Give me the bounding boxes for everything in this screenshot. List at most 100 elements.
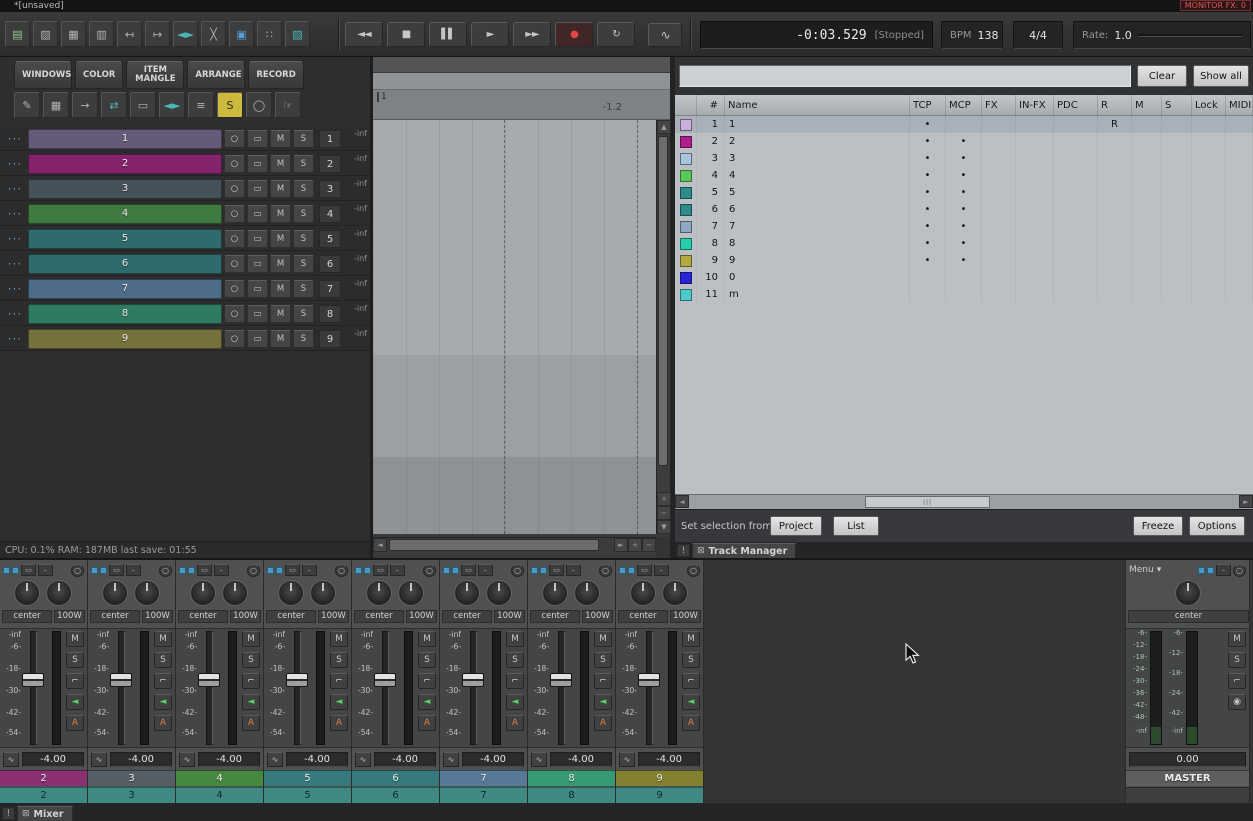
track-row[interactable]: ··· 1 ○ ▭ M S 1 -inf — [0, 127, 370, 151]
render-project-icon[interactable]: ▥ — [89, 21, 114, 47]
mixer-track-name[interactable]: 5 — [264, 770, 351, 786]
track-chip-icon[interactable] — [452, 567, 459, 574]
width-knob[interactable] — [486, 580, 512, 606]
scroll-left-button[interactable]: ◄ — [373, 538, 387, 552]
solo-cell[interactable] — [1162, 286, 1192, 303]
bpm-control[interactable]: BPM 138 — [941, 21, 1003, 49]
column-header-lock[interactable]: Lock — [1192, 95, 1226, 116]
master-pan-readout[interactable]: center — [1128, 610, 1249, 623]
record-button[interactable]: ● — [555, 22, 593, 47]
solo-button[interactable]: S — [293, 180, 314, 198]
mixer-track-number[interactable]: 9 — [616, 787, 703, 803]
repeat-button[interactable]: ↻ — [597, 22, 635, 47]
envelope-button[interactable]: ∿ — [91, 752, 107, 767]
hzoom-in-button[interactable]: + — [628, 538, 642, 552]
envelope-button[interactable]: ∿ — [179, 752, 195, 767]
monitor-button[interactable]: ◄ — [506, 694, 524, 710]
track-row[interactable]: ··· 2 ○ ▭ M S 2 -inf — [0, 152, 370, 176]
route-button[interactable]: ⌐ — [682, 673, 700, 689]
track-row[interactable]: ··· 4 ○ ▭ M S 4 -inf — [0, 202, 370, 226]
snap-icon[interactable]: S — [217, 92, 243, 118]
infx-cell[interactable] — [1016, 133, 1054, 150]
mute-button[interactable]: M — [506, 631, 524, 647]
fx-cell[interactable] — [982, 201, 1016, 218]
envelope-button[interactable]: ∿ — [531, 752, 547, 767]
record-arm-cell[interactable] — [1098, 235, 1132, 252]
mute-cell[interactable] — [1132, 286, 1162, 303]
record-arm-cell[interactable]: R — [1098, 116, 1132, 133]
master-pan-knob[interactable] — [1175, 580, 1201, 606]
track-color-swatch[interactable] — [675, 167, 697, 184]
drag-grip-icon[interactable]: ··· — [2, 284, 28, 294]
fx-cell[interactable] — [982, 150, 1016, 167]
track-chip-icon[interactable] — [443, 567, 450, 574]
phase-button[interactable]: ○ — [159, 564, 172, 577]
input-button[interactable]: ▭ — [247, 180, 268, 198]
track-color-swatch[interactable] — [675, 269, 697, 286]
monitor-button[interactable]: ◄ — [242, 694, 260, 710]
open-project-icon[interactable]: ▨ — [33, 21, 58, 47]
rewind-button[interactable]: ◄◄ — [345, 22, 383, 47]
mcp-visible-cell[interactable] — [946, 269, 982, 286]
edit-pencil-icon[interactable]: ✎ — [14, 92, 40, 118]
mono-button[interactable]: ◉ — [1228, 694, 1246, 710]
row-name-cell[interactable]: 6 — [725, 201, 910, 218]
pan-knob[interactable] — [542, 580, 568, 606]
master-label[interactable]: MASTER — [1126, 770, 1249, 786]
volume-readout[interactable]: -4.00 — [286, 752, 348, 767]
docker-alert-icon[interactable]: ! — [677, 544, 690, 557]
track-chip-icon[interactable] — [531, 567, 538, 574]
input-button[interactable]: ▭ — [247, 305, 268, 323]
record-arm-button[interactable]: ○ — [224, 305, 245, 323]
fx-slot-button[interactable]: ▭ — [461, 564, 476, 576]
volume-fader-track[interactable] — [30, 631, 37, 745]
mcp-visible-cell[interactable]: • — [946, 184, 982, 201]
volume-readout[interactable]: -4.00 — [462, 752, 524, 767]
mute-button[interactable]: M — [66, 631, 84, 647]
tab-color[interactable]: COLOR — [75, 61, 123, 89]
time-signature-value[interactable]: 4/4 — [1029, 29, 1047, 42]
mute-button[interactable]: M — [270, 230, 291, 248]
stop-button[interactable]: ■ — [387, 22, 425, 47]
mute-button[interactable]: M — [682, 631, 700, 647]
project-button[interactable]: Project — [770, 516, 822, 536]
infx-cell[interactable] — [1016, 218, 1054, 235]
width-readout[interactable]: 100W — [582, 610, 613, 623]
row-name-cell[interactable]: 7 — [725, 218, 910, 235]
monitor-button[interactable]: ◄ — [330, 694, 348, 710]
mute-cell[interactable] — [1132, 201, 1162, 218]
mcp-visible-cell[interactable]: • — [946, 167, 982, 184]
width-knob[interactable] — [398, 580, 424, 606]
fx-cell[interactable] — [982, 133, 1016, 150]
fx-slot-button[interactable]: ▭ — [637, 564, 652, 576]
pan-readout[interactable]: center — [618, 610, 668, 623]
table-horizontal-scrollbar[interactable]: ◄ ► ||| — [675, 494, 1253, 509]
solo-button[interactable]: S — [293, 305, 314, 323]
solo-button[interactable]: S — [242, 652, 260, 668]
collapse-button[interactable]: – — [214, 564, 229, 576]
tcp-visible-cell[interactable]: • — [910, 133, 946, 150]
track-chip-icon[interactable] — [12, 567, 19, 574]
table-row[interactable]: 3 3 • • — [675, 150, 1253, 167]
solo-button[interactable]: S — [66, 652, 84, 668]
table-scroll-thumb[interactable]: ||| — [865, 496, 990, 508]
monitor-button[interactable]: ◄ — [682, 694, 700, 710]
record-arm-button[interactable]: A — [506, 715, 524, 731]
envelope-button[interactable]: ∿ — [443, 752, 459, 767]
record-arm-button[interactable]: A — [66, 715, 84, 731]
lock-cell[interactable] — [1192, 218, 1226, 235]
row-name-cell[interactable]: 5 — [725, 184, 910, 201]
solo-button[interactable]: S — [1228, 652, 1246, 668]
fx-cell[interactable] — [982, 269, 1016, 286]
lock-cell[interactable] — [1192, 184, 1226, 201]
table-row[interactable]: 4 4 • • — [675, 167, 1253, 184]
track-row[interactable]: ··· 7 ○ ▭ M S 7 -inf — [0, 277, 370, 301]
width-knob[interactable] — [662, 580, 688, 606]
fader-rows-icon[interactable]: ≡ — [188, 92, 214, 118]
tab-arrange[interactable]: ARRANGE — [187, 61, 245, 89]
row-name-cell[interactable]: 1 — [725, 116, 910, 133]
solo-button[interactable]: S — [506, 652, 524, 668]
phase-button[interactable]: ○ — [599, 564, 612, 577]
mcp-visible-cell[interactable] — [946, 116, 982, 133]
record-arm-cell[interactable] — [1098, 184, 1132, 201]
